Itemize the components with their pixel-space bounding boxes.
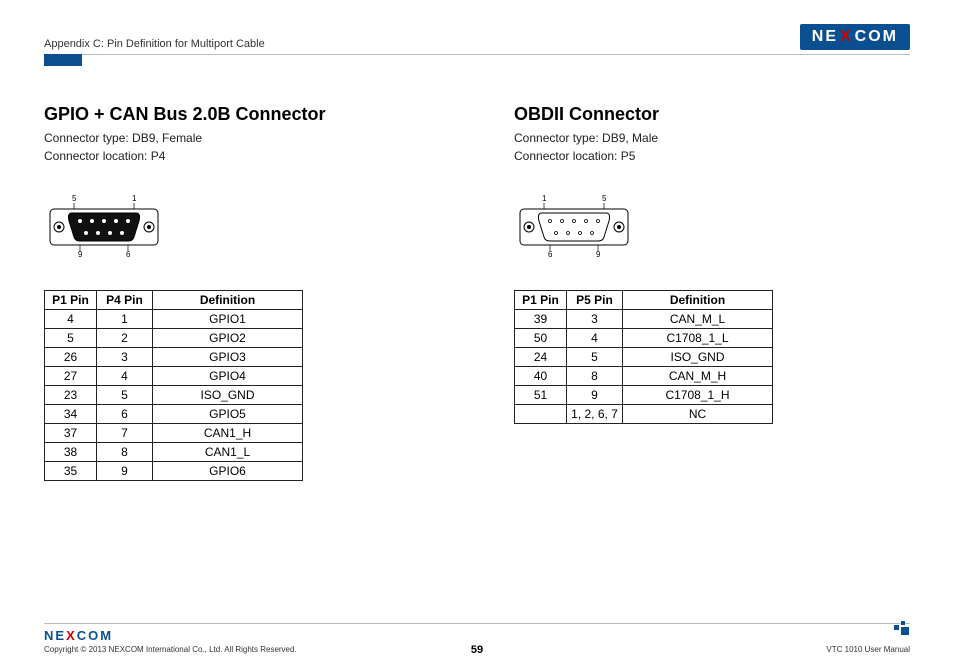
pin-label-tr: 1 [132,194,137,203]
table-cell: 23 [45,386,97,405]
table-cell: ISO_GND [623,348,773,367]
table-cell: 40 [515,367,567,386]
table-cell: 39 [515,310,567,329]
pin-label-bl: 9 [78,250,83,257]
table-row: 1, 2, 6, 7NC [515,405,773,424]
page-number: 59 [0,644,954,656]
table-cell: 5 [97,386,153,405]
right-title: OBDII Connector [514,104,844,125]
table-cell: 4 [567,329,623,348]
table-cell: GPIO4 [153,367,303,386]
table-cell: CAN_M_H [623,367,773,386]
table-cell: 1 [97,310,153,329]
table-row: 408CAN_M_H [515,367,773,386]
table-cell: CAN1_H [153,424,303,443]
right-tbody: 393CAN_M_L504C1708_1_L245ISO_GND408CAN_M… [515,310,773,424]
left-type: Connector type: DB9, Female [44,129,374,147]
table-cell: 24 [515,348,567,367]
th-p5: P5 Pin [567,291,623,310]
table-cell: 4 [97,367,153,386]
table-row: 377CAN1_H [45,424,303,443]
table-cell: 27 [45,367,97,386]
th-def: Definition [623,291,773,310]
logo-part-x: X [840,28,853,46]
table-cell: CAN_M_L [623,310,773,329]
table-cell: 26 [45,348,97,367]
th-def: Definition [153,291,303,310]
table-cell [515,405,567,424]
table-cell: 34 [45,405,97,424]
right-loc: Connector location: P5 [514,147,844,165]
table-row: 504C1708_1_L [515,329,773,348]
table-cell: 5 [45,329,97,348]
pin-label-bl: 6 [548,250,553,257]
th-p1: P1 Pin [45,291,97,310]
left-loc: Connector location: P4 [44,147,374,165]
table-cell: 8 [97,443,153,462]
table-cell: 2 [97,329,153,348]
table-row: 393CAN_M_L [515,310,773,329]
table-cell: ISO_GND [153,386,303,405]
table-row: 346GPIO5 [45,405,303,424]
table-cell: 35 [45,462,97,481]
footer-squares-icon [894,621,910,637]
logo: NEXCOM [800,24,910,50]
table-row: 519C1708_1_H [515,386,773,405]
table-cell: 37 [45,424,97,443]
table-cell: 9 [97,462,153,481]
left-pin-table: P1 Pin P4 Pin Definition 41GPIO152GPIO22… [44,290,303,481]
right-column: OBDII Connector Connector type: DB9, Mal… [514,104,844,481]
db9-female-diagram: 5 1 [44,193,374,262]
table-cell: 5 [567,348,623,367]
table-cell: 6 [97,405,153,424]
table-row: 245ISO_GND [515,348,773,367]
table-cell: C1708_1_L [623,329,773,348]
th-p1: P1 Pin [515,291,567,310]
table-cell: GPIO2 [153,329,303,348]
table-cell: 50 [515,329,567,348]
top-bar: Appendix C: Pin Definition for Multiport… [44,24,910,55]
table-cell: 51 [515,386,567,405]
table-cell: 3 [97,348,153,367]
table-cell: GPIO1 [153,310,303,329]
table-cell: 3 [567,310,623,329]
table-cell: 4 [45,310,97,329]
breadcrumb: Appendix C: Pin Definition for Multiport… [44,38,265,50]
table-row: 52GPIO2 [45,329,303,348]
left-tbody: 41GPIO152GPIO2263GPIO3274GPIO4235ISO_GND… [45,310,303,481]
logo-part-ne: NE [812,28,838,46]
table-cell: 7 [97,424,153,443]
table-row: 388CAN1_L [45,443,303,462]
pin-label-tl: 1 [542,194,547,203]
table-cell: 9 [567,386,623,405]
table-cell: CAN1_L [153,443,303,462]
pin-label-br: 6 [126,250,131,257]
table-row: 41GPIO1 [45,310,303,329]
right-type: Connector type: DB9, Male [514,129,844,147]
table-cell: 38 [45,443,97,462]
table-cell: GPIO3 [153,348,303,367]
table-cell: GPIO5 [153,405,303,424]
table-cell: GPIO6 [153,462,303,481]
table-cell: C1708_1_H [623,386,773,405]
right-pin-table: P1 Pin P5 Pin Definition 393CAN_M_L504C1… [514,290,773,424]
pin-label-br: 9 [596,250,601,257]
left-title: GPIO + CAN Bus 2.0B Connector [44,104,374,125]
th-p4: P4 Pin [97,291,153,310]
table-row: 359GPIO6 [45,462,303,481]
pin-label-tl: 5 [72,194,77,203]
logo-part-com: COM [855,28,898,46]
left-column: GPIO + CAN Bus 2.0B Connector Connector … [44,104,374,481]
table-cell: 8 [567,367,623,386]
footer-logo: NEXCOM [44,628,910,643]
header-tab [44,54,82,66]
table-cell: NC [623,405,773,424]
table-cell: 1, 2, 6, 7 [567,405,623,424]
table-row: 274GPIO4 [45,367,303,386]
table-row: 235ISO_GND [45,386,303,405]
db9-male-diagram: 1 5 6 9 [514,193,844,262]
pin-label-tr: 5 [602,194,607,203]
table-row: 263GPIO3 [45,348,303,367]
